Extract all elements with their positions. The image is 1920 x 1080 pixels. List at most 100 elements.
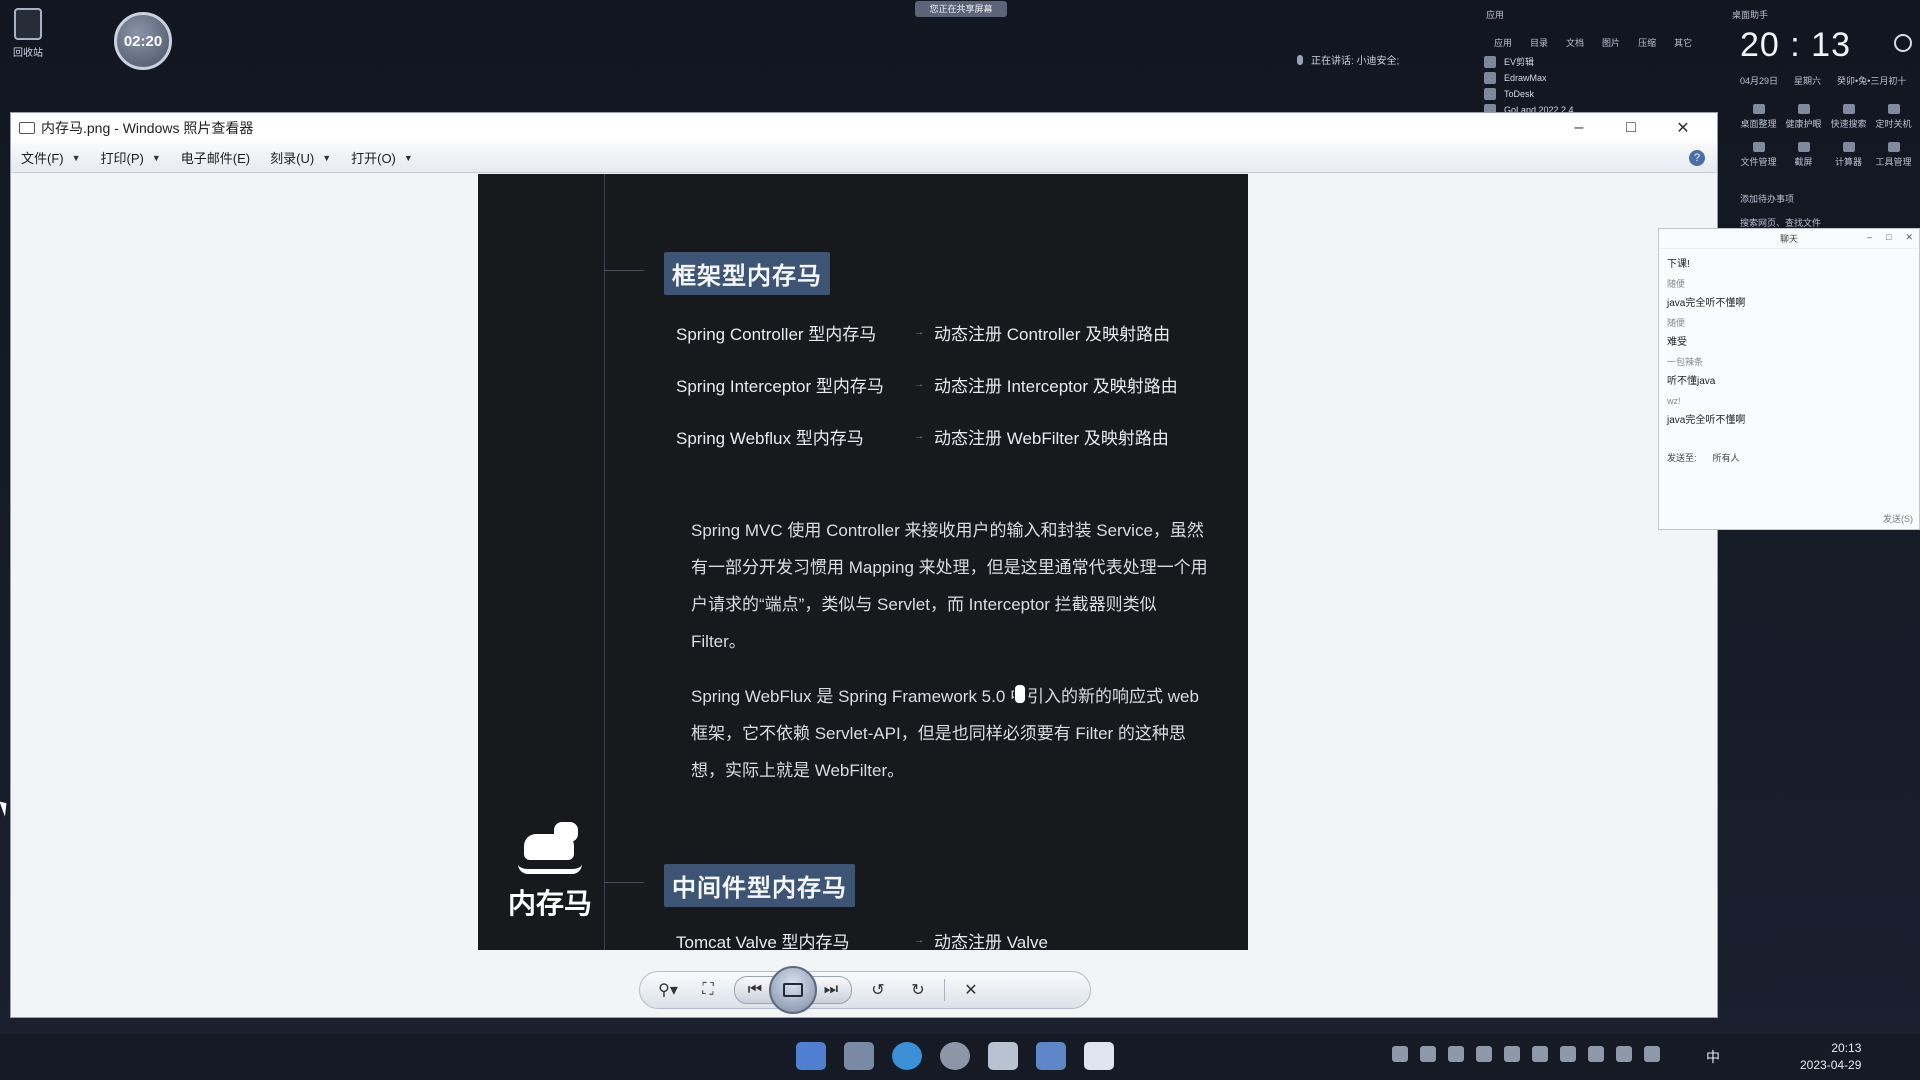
menu-file[interactable]: 文件(F) ▼: [21, 148, 81, 167]
tool-label: 计算器: [1834, 157, 1862, 167]
tool-label: 文件管理: [1740, 157, 1777, 167]
start-icon[interactable]: [796, 1042, 826, 1070]
search-icon: [1842, 104, 1855, 114]
chat-tray-icon[interactable]: [1532, 1046, 1548, 1062]
memshell-type: Spring Interceptor 型内存马: [676, 377, 884, 396]
chat-minimize-button[interactable]: –: [1867, 232, 1872, 243]
taskbar-clock[interactable]: 20:13 2023-04-29: [1800, 1040, 1861, 1074]
help-icon[interactable]: ?: [1689, 150, 1705, 166]
assistant-lunar: 癸卯•兔•三月初十: [1837, 76, 1907, 86]
tool-label: 截屏: [1794, 157, 1813, 167]
chat-maximize-button[interactable]: □: [1886, 232, 1891, 243]
app-tab[interactable]: 图片: [1602, 36, 1620, 49]
tool-tool-manager[interactable]: 工具管理: [1871, 142, 1916, 168]
input-method-indicator[interactable]: 中: [1706, 1047, 1720, 1067]
app-icon: [1484, 88, 1496, 100]
menu-burn[interactable]: 刻录(U) ▼: [270, 148, 331, 167]
eye-icon: [1797, 104, 1810, 114]
tray-icon[interactable]: [1504, 1046, 1520, 1062]
tray-icon[interactable]: [1420, 1046, 1436, 1062]
minimize-button[interactable]: –: [1553, 113, 1605, 143]
menu-label: 打开(O): [351, 151, 396, 166]
tool-calculator[interactable]: 计算器: [1826, 142, 1871, 168]
tray-icon[interactable]: [1588, 1046, 1604, 1062]
app-tab[interactable]: 应用: [1494, 36, 1512, 49]
app-item[interactable]: ToDesk: [1484, 86, 1574, 102]
connector-line: [604, 270, 644, 271]
recycle-bin-label: 回收站: [13, 48, 43, 59]
weather-sun-icon[interactable]: [1894, 34, 1912, 52]
tshirt-app-icon[interactable]: [988, 1042, 1018, 1070]
slideshow-button[interactable]: [769, 966, 817, 1014]
tray-icon[interactable]: [1616, 1046, 1632, 1062]
app-tab[interactable]: 压缩: [1638, 36, 1656, 49]
menu-print[interactable]: 打印(P) ▼: [101, 148, 161, 167]
app-tab[interactable]: 其它: [1674, 36, 1692, 49]
app-tab[interactable]: 文档: [1566, 36, 1584, 49]
recycle-bin-shortcut[interactable]: 回收站: [8, 8, 48, 59]
meeting-app-icon[interactable]: [1036, 1042, 1066, 1070]
assistant-weekday: 星期六: [1794, 76, 1822, 86]
memshell-type: Tomcat Valve 型内存马: [676, 933, 850, 950]
assistant-tools: 桌面整理 健康护眼 快速搜索 定时关机 文件管理 截屏 计算器 工具管理: [1736, 104, 1916, 168]
tool-shutdown[interactable]: 定时关机: [1871, 104, 1916, 130]
tray-icon[interactable]: [1560, 1046, 1576, 1062]
calculator-icon: [1842, 142, 1855, 152]
tray-icon[interactable]: [1392, 1046, 1408, 1062]
add-todo[interactable]: 添加待办事项: [1740, 192, 1794, 205]
send-to-select[interactable]: 所有人: [1713, 451, 1740, 464]
menu-email[interactable]: 电子邮件(E): [181, 148, 250, 167]
viewer-toolbar: ⚲▾ ⛶ ⏮ ⏭ ↺ ↻ ✕: [639, 966, 1091, 1014]
chat-close-button[interactable]: ✕: [1905, 232, 1913, 243]
file-explorer-icon[interactable]: [844, 1042, 874, 1070]
chat-sender: 一包辣条: [1667, 356, 1704, 367]
app-tab[interactable]: 目录: [1530, 36, 1548, 49]
toolbar-divider: [944, 979, 945, 1001]
speaker-label: 正在讲话: 小迪安全;: [1311, 56, 1400, 67]
tool-quick-search[interactable]: 快速搜索: [1826, 104, 1871, 130]
delete-icon[interactable]: ✕: [957, 977, 985, 1003]
memshell-row: Spring Interceptor 型内存马 → 动态注册 Intercept…: [676, 372, 1178, 397]
mouse-pointer-icon: [0, 799, 11, 817]
photo-viewer-taskbar-icon[interactable]: [1084, 1042, 1114, 1070]
rotate-right-icon[interactable]: ↻: [904, 977, 932, 1003]
hand-cursor-icon: [1014, 684, 1026, 704]
photo-viewer-icon: [19, 122, 35, 134]
tool-file-manager[interactable]: 文件管理: [1736, 142, 1781, 168]
tray-icon[interactable]: [1448, 1046, 1464, 1062]
navigation-group: ⏮ ⏭: [734, 966, 852, 1014]
section-title-framework: 框架型内存马: [664, 252, 830, 295]
actual-size-icon[interactable]: ⛶: [694, 977, 722, 1003]
app-item[interactable]: EV剪辑: [1484, 54, 1574, 70]
zoom-icon[interactable]: ⚲▾: [654, 977, 682, 1003]
assistant-date-day: 04月29日: [1740, 76, 1779, 86]
edge-browser-icon[interactable]: [892, 1042, 922, 1070]
tray-icon[interactable]: [1476, 1046, 1492, 1062]
screen-share-banner[interactable]: 您正在共享屏幕: [915, 1, 1007, 17]
tool-screenshot[interactable]: 截屏: [1781, 142, 1826, 168]
maximize-button[interactable]: □: [1605, 113, 1657, 143]
chrome-browser-icon[interactable]: [940, 1042, 970, 1070]
image-canvas[interactable]: 框架型内存马 Spring Controller 型内存马 → 动态注册 Con…: [11, 174, 1717, 954]
recording-timer[interactable]: 02:20: [114, 12, 172, 70]
tool-desktop-organize[interactable]: 桌面整理: [1736, 104, 1781, 130]
menu-open[interactable]: 打开(O) ▼: [351, 148, 413, 167]
chat-send-button[interactable]: 发送(S): [1883, 512, 1913, 525]
window-controls: – □ ✕: [1553, 113, 1709, 143]
tool-eye-care[interactable]: 健康护眼: [1781, 104, 1826, 130]
close-button[interactable]: ✕: [1657, 113, 1709, 143]
app-icon: [1484, 56, 1496, 68]
rotate-left-icon[interactable]: ↺: [864, 977, 892, 1003]
app-item[interactable]: EdrawMax: [1484, 70, 1574, 86]
crop-icon: [1797, 142, 1810, 152]
arrow-icon: →: [914, 935, 924, 946]
microphone-tray-icon[interactable]: [1644, 1046, 1660, 1062]
folder-icon: [1752, 142, 1765, 152]
next-icon[interactable]: ⏭: [811, 977, 851, 1003]
chat-message: 难受: [1667, 337, 1687, 348]
memshell-desc: 动态注册 Controller 及映射路由: [934, 325, 1171, 344]
memshell-logo: 内存马: [496, 822, 604, 922]
tool-label: 快速搜索: [1830, 119, 1867, 129]
chat-sender: 随便: [1667, 278, 1686, 289]
speaker-info: 正在讲话: 小迪安全;: [1297, 52, 1399, 67]
